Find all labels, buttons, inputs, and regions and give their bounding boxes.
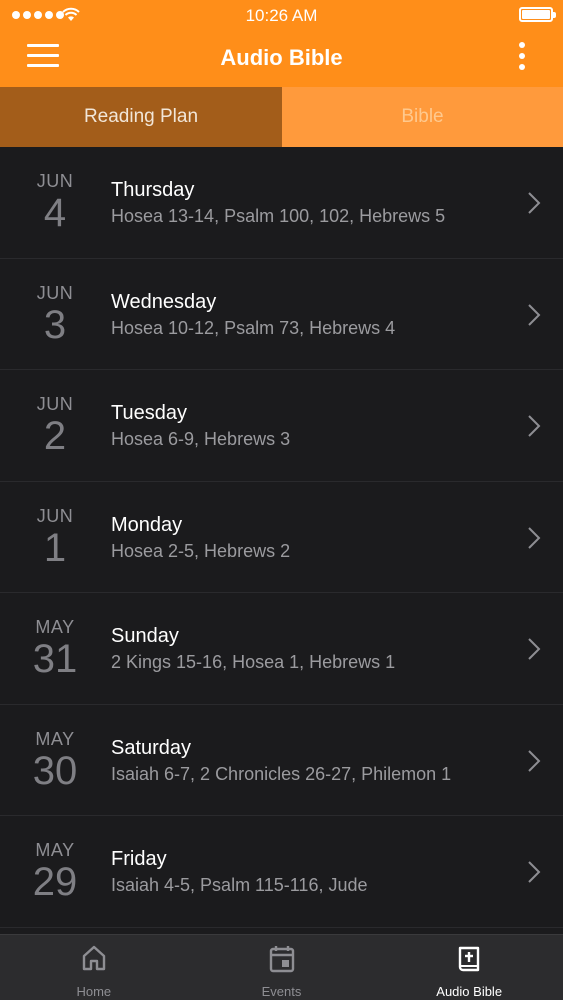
passages-label: Hosea 13-14, Psalm 100, 102, Hebrews 5 xyxy=(111,206,446,226)
passages-label: 2 Kings 15-16, Hosea 1, Hebrews 1 xyxy=(111,652,396,672)
tabbar-label: Audio Bible xyxy=(436,984,503,999)
app-header: Audio Bible xyxy=(0,30,563,87)
chevron-right-icon xyxy=(528,303,541,326)
date-month: MAY xyxy=(35,840,75,860)
date-day: 3 xyxy=(43,302,67,347)
battery-icon xyxy=(519,7,556,22)
tabbar-audio-bible[interactable]: Audio Bible xyxy=(375,935,563,1000)
list-item[interactable]: MAY 29 Friday Isaiah 4-5, Psalm 115-116,… xyxy=(0,816,563,928)
page-title: Audio Bible xyxy=(220,45,343,70)
chevron-right-icon xyxy=(528,861,541,883)
weekday-label: Saturday xyxy=(111,736,192,759)
date-block: MAY 29 xyxy=(18,840,92,904)
reading-info: Monday Hosea 2-5, Hebrews 2 xyxy=(111,512,503,564)
weekday-label: Sunday xyxy=(111,625,179,647)
tabbar-label: Events xyxy=(261,984,302,999)
list-item[interactable]: MAY 30 Saturday Isaiah 6-7, 2 Chronicles… xyxy=(0,704,563,816)
chevron-right-icon xyxy=(528,638,541,660)
reading-plan-list: JUN 4 Thursday Hosea 13-14, Psalm 100, 1… xyxy=(0,147,563,934)
list-item[interactable]: MAY 31 Sunday 2 Kings 15-16, Hosea 1, He… xyxy=(0,593,563,705)
date-day: 4 xyxy=(43,191,67,235)
date-day: 29 xyxy=(32,860,78,904)
date-day: 2 xyxy=(43,414,67,458)
home-icon xyxy=(82,945,106,971)
passages-label: Isaiah 6-7, 2 Chronicles 26-27, Philemon… xyxy=(111,763,452,784)
chevron-right-icon xyxy=(528,526,541,549)
bottom-tab-bar: Home Events Audio Bible xyxy=(0,934,563,1000)
weekday-label: Tuesday xyxy=(111,402,187,424)
passages-label: Hosea 10-12, Psalm 73, Hebrews 4 xyxy=(111,317,396,338)
date-month: JUN xyxy=(36,394,74,414)
date-block: JUN 2 xyxy=(18,394,92,458)
passages-label: Hosea 6-9, Hebrews 3 xyxy=(111,429,291,449)
passages-label: Isaiah 4-5, Psalm 115-116, Jude xyxy=(111,875,368,895)
tab-reading-plan[interactable]: Reading Plan xyxy=(0,87,282,147)
date-block: MAY 30 xyxy=(18,729,92,793)
segmented-tabs: Reading Plan Bible xyxy=(0,87,563,147)
date-day: 30 xyxy=(32,748,78,793)
reading-info: Thursday Hosea 13-14, Psalm 100, 102, He… xyxy=(111,177,503,229)
weekday-label: Wednesday xyxy=(111,290,217,313)
chevron-right-icon xyxy=(528,192,541,214)
passages-label: Hosea 2-5, Hebrews 2 xyxy=(111,540,291,561)
list-item[interactable]: JUN 4 Thursday Hosea 13-14, Psalm 100, 1… xyxy=(0,147,563,259)
chevron-right-icon xyxy=(528,415,541,437)
tabbar-events[interactable]: Events xyxy=(188,935,376,1000)
list-item[interactable]: JUN 1 Monday Hosea 2-5, Hebrews 2 xyxy=(0,481,563,593)
date-day: 31 xyxy=(32,637,78,681)
date-month: JUN xyxy=(36,505,74,526)
date-block: MAY 31 xyxy=(18,617,92,681)
weekday-label: Monday xyxy=(111,513,183,536)
tab-bible[interactable]: Bible xyxy=(282,87,563,147)
date-month: MAY xyxy=(35,617,75,637)
date-month: JUN xyxy=(36,282,74,303)
bible-icon xyxy=(458,946,480,972)
tabbar-home[interactable]: Home xyxy=(0,935,188,1000)
reading-info: Tuesday Hosea 6-9, Hebrews 3 xyxy=(111,400,503,452)
calendar-icon xyxy=(269,946,294,973)
status-time: 10:26 AM xyxy=(245,6,318,25)
status-bar: 10:26 AM xyxy=(0,0,563,30)
more-options-icon[interactable] xyxy=(519,42,527,74)
date-block: JUN 3 xyxy=(18,283,92,347)
chevron-right-icon xyxy=(528,749,541,772)
date-block: JUN 4 xyxy=(18,171,92,235)
date-block: JUN 1 xyxy=(18,506,92,570)
reading-info: Saturday Isaiah 6-7, 2 Chronicles 26-27,… xyxy=(111,735,503,787)
weekday-label: Friday xyxy=(111,848,167,870)
reading-info: Wednesday Hosea 10-12, Psalm 73, Hebrews… xyxy=(111,289,503,341)
reading-info: Sunday 2 Kings 15-16, Hosea 1, Hebrews 1 xyxy=(111,623,503,675)
weekday-label: Thursday xyxy=(111,179,195,201)
reading-info: Friday Isaiah 4-5, Psalm 115-116, Jude xyxy=(111,846,503,898)
date-month: JUN xyxy=(36,171,74,191)
list-item[interactable]: JUN 3 Wednesday Hosea 10-12, Psalm 73, H… xyxy=(0,258,563,370)
screen: 10:26 AM Audio Bible Reading Plan Bible … xyxy=(0,0,563,1000)
list-item[interactable]: JUN 2 Tuesday Hosea 6-9, Hebrews 3 xyxy=(0,370,563,482)
date-day: 1 xyxy=(43,525,67,570)
tabbar-label: Home xyxy=(76,984,112,999)
date-month: MAY xyxy=(35,728,75,749)
